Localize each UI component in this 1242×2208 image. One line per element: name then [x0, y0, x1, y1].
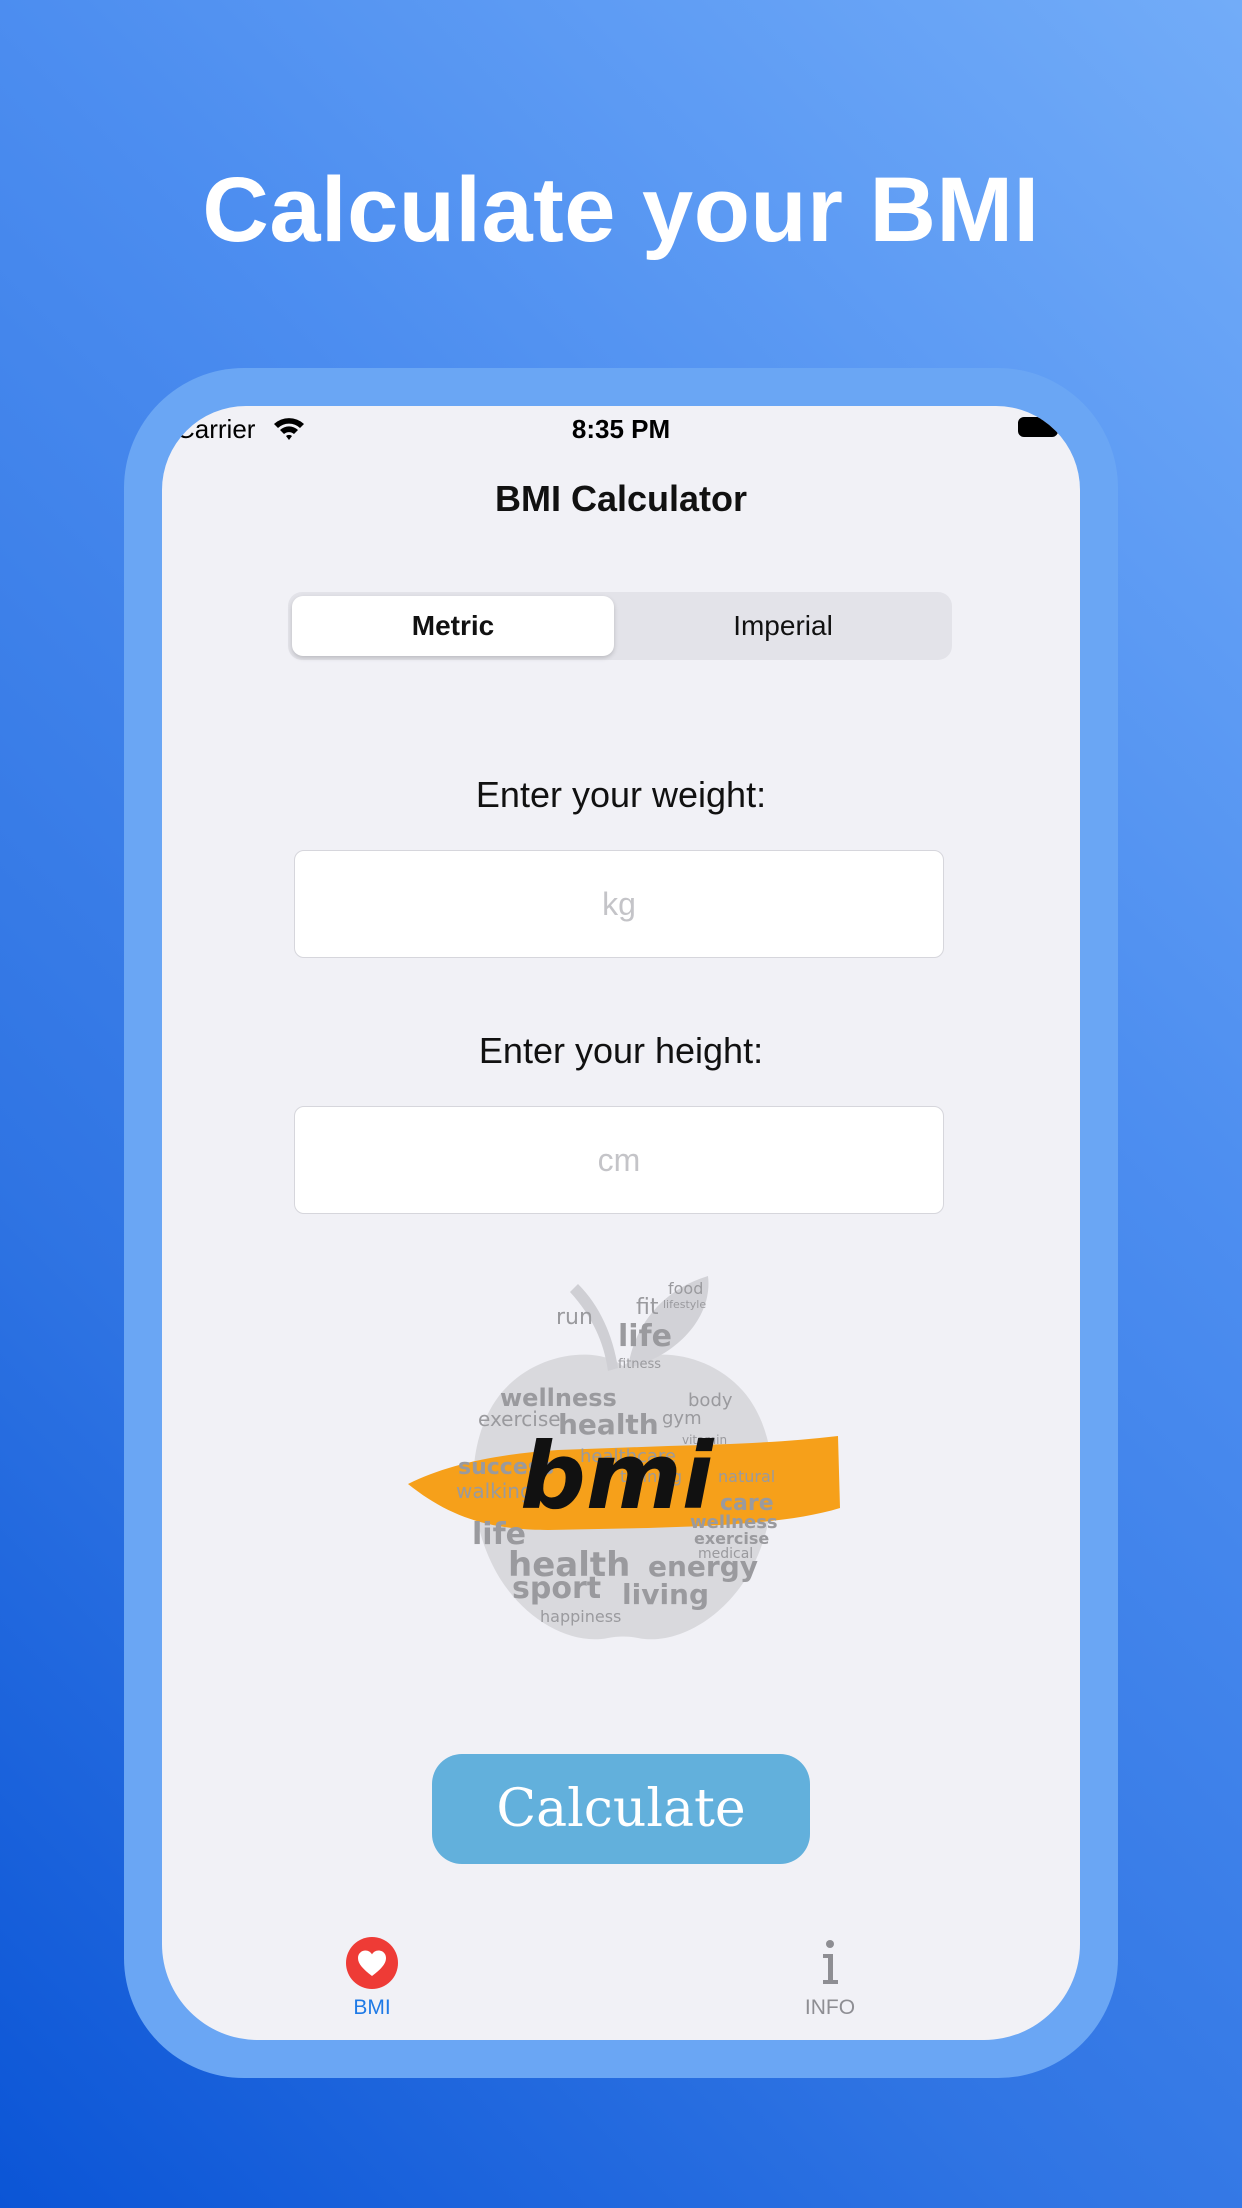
- headline: Calculate your BMI: [202, 159, 1040, 261]
- info-icon: [823, 1940, 838, 1984]
- tab-bar: BMI INFO: [162, 1936, 1080, 2040]
- status-time: 8:35 PM: [571, 414, 671, 444]
- heart-icon: [346, 1937, 398, 1989]
- logo-word-medical: medical: [698, 1546, 753, 1562]
- nav-title: BMI Calculator: [494, 478, 748, 519]
- segment-metric[interactable]: Metric: [292, 596, 614, 656]
- height-input[interactable]: [294, 1106, 944, 1214]
- calculate-button[interactable]: Calculate: [432, 1754, 810, 1864]
- height-label: Enter your height:: [478, 1030, 764, 1071]
- tab-info-label: INFO: [804, 1996, 856, 2019]
- logo-word-life-lower: life: [472, 1517, 526, 1552]
- weight-label: Enter your weight:: [475, 774, 767, 815]
- segment-imperial[interactable]: Imperial: [618, 596, 948, 656]
- logo-word-run: run: [556, 1305, 593, 1330]
- logo-word-food: food: [668, 1279, 703, 1298]
- tab-bmi-label: BMI: [353, 1996, 391, 2019]
- logo-word-life: life: [618, 1319, 672, 1354]
- bmi-apple-logo: run fit life fitness food lifestyle well…: [408, 1276, 840, 1640]
- status-bar: Carrier 8:35 PM: [162, 406, 1080, 456]
- tab-info[interactable]: INFO: [760, 1936, 900, 2020]
- logo-word-natural: natural: [718, 1467, 775, 1486]
- logo-word-fit: fit: [636, 1295, 659, 1320]
- logo-word-exercise-lower: exercise: [694, 1529, 769, 1548]
- logo-word-fitness: fitness: [618, 1357, 661, 1372]
- logo-main-text: bmi: [520, 1423, 715, 1530]
- unit-segmented-control: Metric Imperial: [288, 592, 952, 660]
- battery-icon: [1018, 417, 1061, 437]
- tab-bmi[interactable]: BMI: [302, 1936, 442, 2020]
- logo-word-happiness: happiness: [540, 1607, 621, 1626]
- app-screen: Carrier 8:35 PM BMI Calculator Metric Im…: [162, 406, 1080, 2040]
- weight-input[interactable]: [294, 850, 944, 958]
- logo-word-health-lower: health: [508, 1545, 630, 1585]
- logo-word-lifestyle: lifestyle: [663, 1298, 706, 1311]
